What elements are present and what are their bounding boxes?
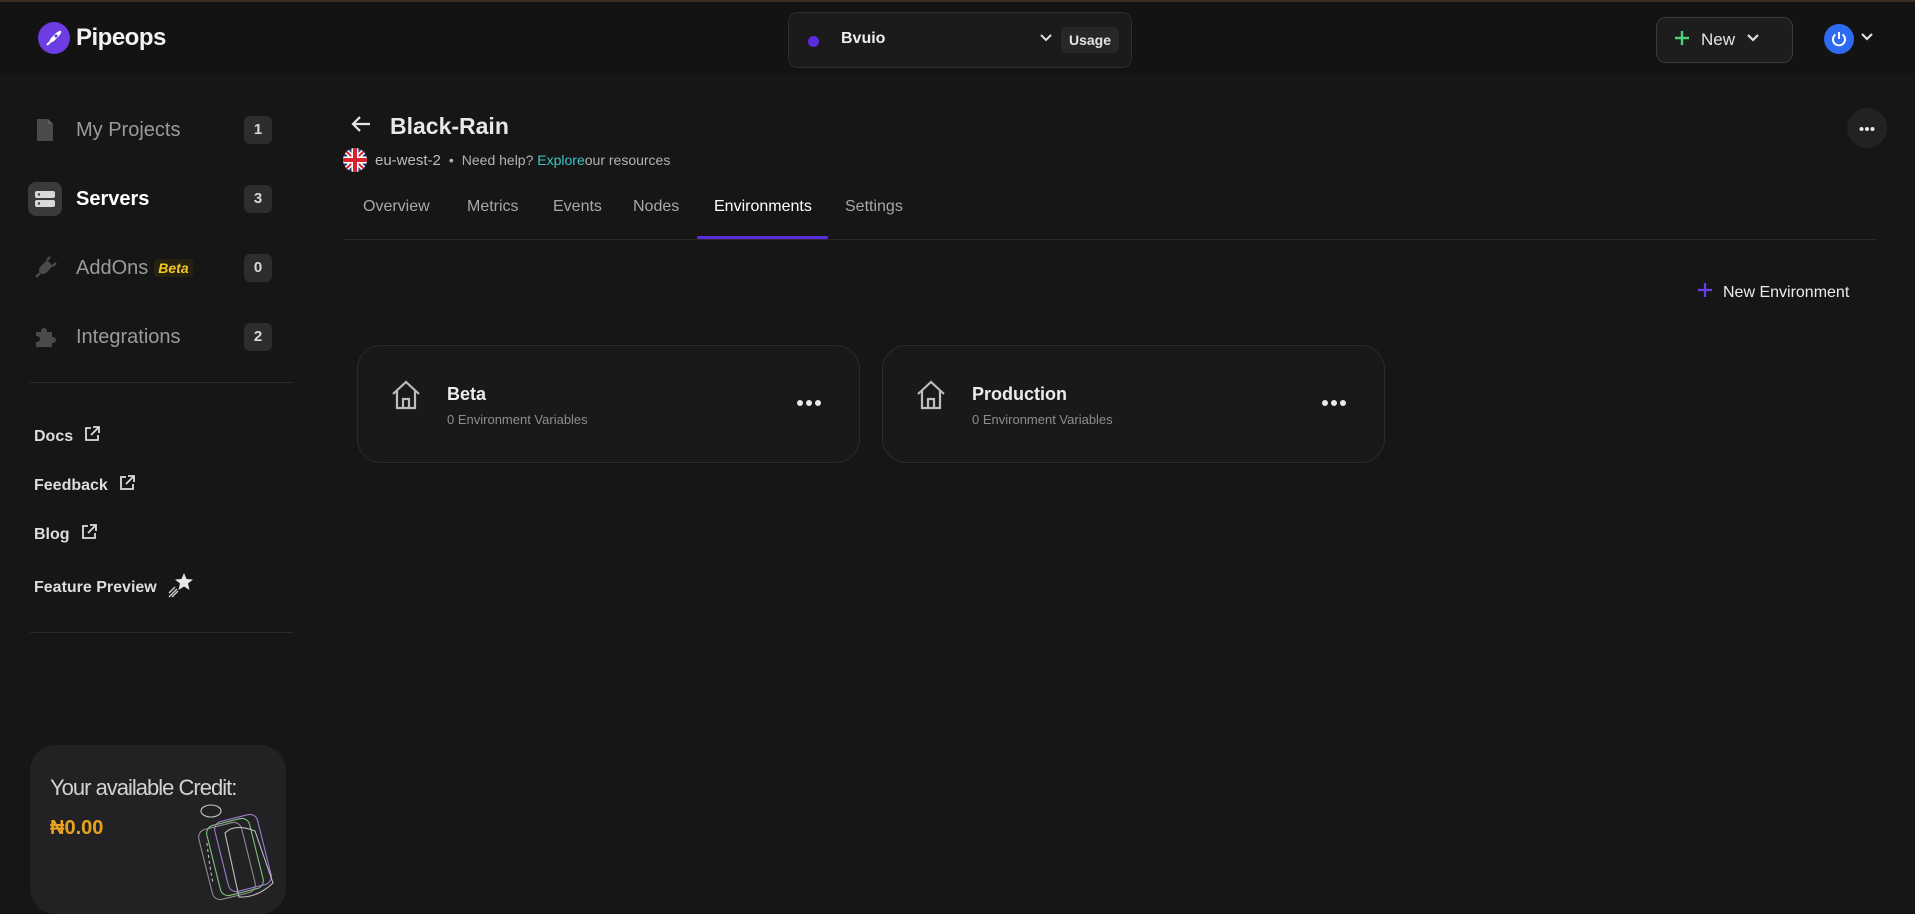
- home-icon: [915, 379, 947, 416]
- brand-name: Pipeops: [76, 24, 166, 51]
- credit-title: Your available Credit:: [50, 775, 237, 800]
- sidebar-item-my-projects[interactable]: My Projects 1: [28, 105, 272, 155]
- feature-preview-link[interactable]: Feature Preview: [34, 571, 195, 604]
- resources-text: our resources: [584, 152, 671, 168]
- server-icon: [28, 182, 62, 216]
- sidebar-item-label: My Projects: [76, 118, 181, 141]
- sidebar-item-label: Integrations: [76, 325, 181, 348]
- more-horizontal-icon[interactable]: [796, 394, 822, 412]
- workspace-switcher[interactable]: Bvuio Usage: [788, 12, 1132, 68]
- page-title: Black-Rain: [390, 113, 509, 139]
- avatar: [1824, 24, 1854, 54]
- count-badge: 1: [244, 116, 272, 144]
- help-text: Need help? Exploreour resources: [462, 152, 671, 168]
- tab-environments[interactable]: Environments: [714, 198, 812, 216]
- sidebar-item-servers[interactable]: Servers 3: [28, 174, 272, 224]
- new-environment-button[interactable]: New Environment: [1697, 282, 1849, 303]
- sidebar-item-label: Servers: [76, 187, 150, 210]
- new-button-label: New: [1701, 30, 1736, 49]
- count-badge: 0: [244, 254, 272, 282]
- tab-events[interactable]: Events: [553, 198, 602, 216]
- sidebar-item-integrations[interactable]: Integrations 2: [28, 312, 272, 362]
- document-icon: [28, 113, 62, 147]
- tab-overview[interactable]: Overview: [363, 198, 430, 216]
- tab-nodes[interactable]: Nodes: [633, 198, 679, 216]
- feedback-link-label: Feedback: [34, 476, 108, 494]
- chevron-down-icon[interactable]: [1039, 31, 1053, 50]
- usage-button[interactable]: Usage: [1061, 27, 1120, 53]
- environment-name: Production: [972, 384, 1067, 404]
- separator-dot: •: [448, 152, 454, 168]
- environment-variables-count: 0 Environment Variables: [447, 412, 588, 427]
- divider: [30, 382, 293, 383]
- more-options-button[interactable]: [1847, 108, 1887, 148]
- sidebar-item-label: AddOns: [76, 256, 149, 279]
- more-horizontal-icon[interactable]: [1321, 394, 1347, 412]
- plus-icon: [1697, 282, 1713, 303]
- feature-preview-label: Feature Preview: [34, 578, 157, 596]
- plus-icon: [1673, 29, 1691, 52]
- uk-flag-icon: [343, 148, 367, 172]
- plug-icon: [28, 251, 62, 285]
- new-environment-label: New Environment: [1723, 283, 1850, 301]
- puzzle-icon: [28, 320, 62, 354]
- active-tab-indicator: [697, 236, 828, 239]
- help-prefix: Need help?: [461, 152, 534, 168]
- rocket-icon: [38, 22, 70, 54]
- wallet-illustration: [195, 803, 285, 914]
- tab-settings[interactable]: Settings: [845, 198, 903, 216]
- tab-metrics[interactable]: Metrics: [467, 198, 519, 216]
- profile-menu[interactable]: [1824, 24, 1874, 54]
- external-link-icon: [80, 523, 98, 546]
- blog-link[interactable]: Blog: [34, 523, 98, 546]
- sidebar: My Projects 1 Servers 3 AddOns Beta 0 In…: [0, 74, 300, 914]
- explore-link[interactable]: Explore: [537, 152, 584, 168]
- credit-card: Your available Credit: ₦0.00: [30, 745, 286, 914]
- shooting-star-icon: [167, 571, 195, 604]
- region-label: eu-west-2: [375, 151, 441, 169]
- environment-variables-count: 0 Environment Variables: [972, 412, 1113, 427]
- docs-link-label: Docs: [34, 427, 74, 445]
- environment-card[interactable]: Production 0 Environment Variables: [882, 345, 1385, 463]
- top-bar: Pipeops Bvuio Usage New: [0, 0, 1915, 74]
- count-badge: 3: [244, 185, 272, 213]
- more-horizontal-icon: [1859, 119, 1875, 137]
- feedback-link[interactable]: Feedback: [34, 474, 136, 497]
- workspace-status-dot: [808, 36, 819, 47]
- server-subline: eu-west-2 • Need help? Exploreour resour…: [343, 148, 670, 172]
- environment-name: Beta: [447, 384, 487, 404]
- beta-badge: Beta: [154, 259, 193, 277]
- external-link-icon: [83, 425, 101, 448]
- environment-card[interactable]: Beta 0 Environment Variables: [357, 345, 860, 463]
- tab-bar: Overview Metrics Events Nodes Environmen…: [343, 174, 1876, 240]
- workspace-name: Bvuio: [841, 30, 886, 47]
- back-arrow-icon[interactable]: [350, 114, 372, 139]
- brand-logo[interactable]: Pipeops: [38, 22, 166, 54]
- blog-link-label: Blog: [34, 525, 70, 543]
- new-button[interactable]: New: [1656, 17, 1793, 63]
- external-link-icon: [118, 474, 136, 497]
- docs-link[interactable]: Docs: [34, 425, 101, 448]
- chevron-down-icon: [1860, 30, 1874, 49]
- credit-amount: ₦0.00: [50, 817, 104, 839]
- home-icon: [390, 379, 422, 416]
- divider: [30, 632, 293, 633]
- chevron-down-icon: [1745, 30, 1761, 51]
- main-content: Black-Rain eu-west-2 • Need help? Explor…: [340, 74, 1887, 877]
- count-badge: 2: [244, 323, 272, 351]
- sidebar-item-addons[interactable]: AddOns Beta 0: [28, 243, 272, 293]
